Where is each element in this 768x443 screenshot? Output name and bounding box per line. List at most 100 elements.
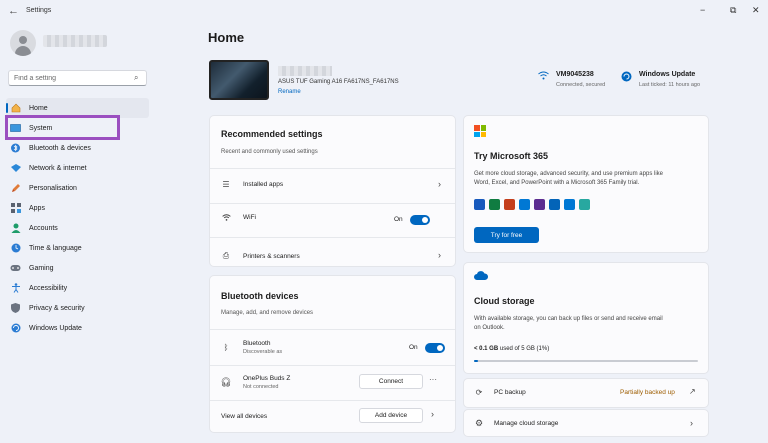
user-name-redacted (43, 35, 107, 47)
storage-usage-bar (474, 360, 698, 362)
avatar[interactable] (10, 30, 36, 56)
search-input[interactable] (8, 70, 147, 86)
microsoft-365-description-1: Get more cloud storage, advanced securit… (474, 171, 663, 177)
wifi-toggle[interactable] (410, 215, 430, 225)
cloud-storage-title: Cloud storage (474, 296, 535, 306)
manage-cloud-storage-label: Manage cloud storage (494, 420, 559, 427)
sidebar-item-privacy-security[interactable]: Privacy & security (6, 298, 149, 318)
wifi-icon[interactable] (538, 71, 549, 82)
microsoft-365-app-icons (474, 199, 590, 210)
sidebar-item-gaming[interactable]: Gaming (6, 258, 149, 278)
wifi-toggle-state: On (394, 216, 403, 223)
oneplus-buds-status: Not connected (243, 384, 279, 390)
add-device-button[interactable]: Add device (359, 408, 423, 423)
accessibility-icon (10, 283, 21, 294)
storage-used-total: used of 5 GB (1%) (499, 346, 550, 352)
chevron-right-icon[interactable]: › (438, 179, 441, 189)
row-label: Installed apps (243, 181, 284, 188)
external-link-icon[interactable]: ↗ (689, 387, 696, 396)
microsoft-logo-icon (474, 125, 486, 137)
bluetooth-icon: ᛒ (223, 343, 229, 352)
sidebar-item-label: Accessibility (29, 284, 68, 292)
divider (210, 365, 455, 366)
onedrive-icon (549, 199, 560, 210)
update-icon (10, 323, 21, 334)
wifi-network-name[interactable]: VM9045238 (556, 71, 594, 78)
maximize-icon[interactable]: ⧉ (730, 5, 736, 16)
bluetooth-devices-title: Bluetooth devices (221, 291, 299, 301)
oneplus-buds-name: OnePlus Buds Z (243, 375, 291, 382)
headphones-icon: 🎧︎ (220, 377, 232, 387)
sidebar-item-label: Network & internet (29, 164, 87, 172)
try-for-free-button[interactable]: Try for free (474, 227, 539, 243)
sidebar-item-network[interactable]: Network & internet (6, 158, 149, 178)
sidebar-item-label: Apps (29, 204, 45, 212)
bluetooth-toggle-state: On (409, 344, 418, 351)
apps-icon (10, 203, 21, 214)
installed-apps-row[interactable]: ☰ Installed apps (221, 180, 283, 189)
windows-update-icon[interactable] (621, 71, 632, 84)
close-icon[interactable]: ✕ (752, 5, 760, 16)
sidebar-item-label: Gaming (29, 264, 54, 272)
sidebar-item-label: Privacy & security (29, 304, 85, 312)
microsoft-365-description-2: Word, Excel, and PowerPoint with a Micro… (474, 180, 640, 186)
bluetooth-icon (10, 143, 21, 154)
sidebar-item-bluetooth[interactable]: Bluetooth & devices (6, 138, 149, 158)
cloud-icon (474, 271, 488, 280)
sidebar-item-personalisation[interactable]: Personalisation (6, 178, 149, 198)
sidebar-item-label: Home (29, 104, 48, 112)
device-name: ASUS TUF Gaming A16 FA617NS_FA617NS (278, 79, 399, 85)
sidebar-item-label: Windows Update (29, 324, 82, 332)
sidebar-item-apps[interactable]: Apps (6, 198, 149, 218)
windows-update-title[interactable]: Windows Update (639, 71, 695, 78)
bluetooth-label: Bluetooth (243, 340, 271, 347)
recommended-settings-title: Recommended settings (221, 129, 323, 139)
page-title: Home (208, 30, 245, 45)
more-options-icon[interactable]: ··· (429, 375, 437, 384)
chevron-right-icon[interactable]: › (438, 250, 441, 260)
sidebar: ⌕ Home System Bluetooth & devices Networ… (0, 24, 160, 443)
minimize-icon[interactable]: − (700, 5, 705, 15)
wifi-icon (221, 214, 231, 221)
divider (210, 400, 455, 401)
powerpoint-icon (504, 199, 515, 210)
bluetooth-devices-subtitle: Manage, add, and remove devices (221, 310, 314, 316)
printer-icon: ⎙ (222, 251, 230, 260)
connect-button[interactable]: Connect (359, 374, 423, 389)
view-all-devices-link[interactable]: View all devices (221, 413, 267, 420)
globe-icon (10, 243, 21, 254)
storage-usage: < 0.1 GB used of 5 GB (1%) (474, 346, 549, 352)
brush-icon (10, 183, 21, 194)
sidebar-item-label: Time & language (29, 244, 82, 252)
back-arrow-icon[interactable]: ← (8, 5, 19, 17)
printers-scanners-row[interactable]: ⎙ Printers & scanners (221, 251, 300, 261)
word-icon (474, 199, 485, 210)
microsoft-365-title: Try Microsoft 365 (474, 151, 549, 161)
home-icon (10, 103, 21, 114)
recommended-settings-subtitle: Recent and commonly used settings (221, 149, 318, 155)
clipchamp-icon (534, 199, 545, 210)
storage-used-value: < 0.1 GB (474, 346, 499, 352)
sidebar-item-accounts[interactable]: Accounts (6, 218, 149, 238)
gear-icon: ⚙ (474, 418, 484, 428)
sidebar-item-label: Personalisation (29, 184, 77, 192)
sidebar-item-label: Accounts (29, 224, 58, 232)
gaming-icon (10, 263, 21, 274)
search-icon[interactable]: ⌕ (134, 73, 138, 83)
chevron-right-icon[interactable]: › (690, 418, 693, 428)
bluetooth-discoverable: Discoverable as (243, 349, 283, 355)
family-safety-icon (579, 199, 590, 210)
row-label: WiFi (243, 214, 256, 221)
backup-icon: ⟳ (475, 388, 483, 397)
divider (210, 329, 455, 330)
sidebar-item-accessibility[interactable]: Accessibility (6, 278, 149, 298)
wifi-row[interactable]: WiFi (221, 214, 256, 221)
app-title: Settings (26, 7, 52, 14)
divider (210, 203, 455, 204)
sidebar-item-windows-update[interactable]: Windows Update (6, 318, 149, 338)
chevron-right-icon[interactable]: › (431, 409, 434, 419)
bluetooth-toggle[interactable] (425, 343, 445, 353)
sidebar-item-time-language[interactable]: Time & language (6, 238, 149, 258)
rename-link[interactable]: Rename (278, 89, 301, 95)
excel-icon (489, 199, 500, 210)
